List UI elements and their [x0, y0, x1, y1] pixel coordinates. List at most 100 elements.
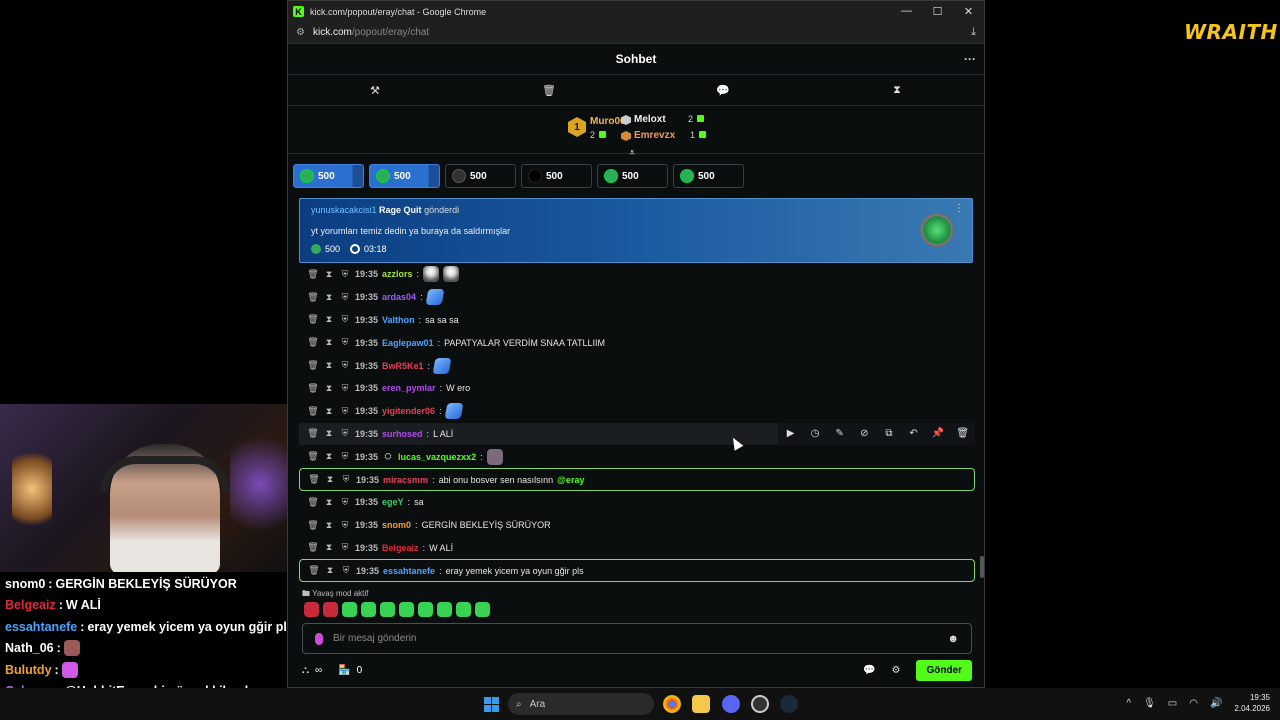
emote[interactable]	[475, 602, 490, 617]
kick-chip[interactable]: 500	[521, 164, 592, 188]
timeout-icon[interactable]: ⧗	[323, 542, 335, 553]
minimize-button[interactable]: —	[891, 5, 922, 18]
timeout-icon[interactable]: ⧗	[323, 520, 335, 531]
emote[interactable]	[399, 602, 414, 617]
game-app-icon[interactable]	[751, 695, 769, 713]
message-username[interactable]: lucas_vazquezxx2	[398, 452, 476, 462]
message-username[interactable]: Belgeaiz	[382, 543, 419, 553]
delete-message-icon[interactable]: 🗑	[307, 383, 319, 394]
ban-hammer-icon[interactable]: ⚒	[290, 84, 460, 97]
more-options-icon[interactable]: ···	[964, 52, 976, 66]
address-bar[interactable]: ⚙ kick.com/popout/eray/chat ⤓	[288, 22, 984, 44]
emoji-picker-icon[interactable]: ☻	[947, 633, 959, 645]
chat-message[interactable]: 🗑 ⧗ ⛨ 19:35 yigitender06:	[299, 400, 975, 423]
emote[interactable]	[418, 602, 433, 617]
delete-message-icon[interactable]: 🗑	[307, 451, 319, 462]
slow-mode-icon[interactable]: ⧗	[812, 84, 982, 97]
emote[interactable]	[425, 289, 444, 306]
leader-second-name[interactable]: Meloxt	[634, 114, 666, 125]
emote[interactable]	[380, 602, 395, 617]
chat-message[interactable]: 🗑 ⧗ ⛨ 19:35 ⛭ lucas_vazquezxx2:	[299, 445, 975, 468]
emote[interactable]	[456, 602, 471, 617]
timeout-icon[interactable]: ⧗	[323, 314, 335, 325]
kick-chip[interactable]: 500	[597, 164, 668, 188]
pin-icon[interactable]: 📌	[926, 428, 951, 439]
leader-first-name[interactable]: Muro00	[590, 116, 626, 127]
emote[interactable]	[443, 266, 460, 283]
kick-chip[interactable]: 500	[445, 164, 516, 188]
delete-message-icon[interactable]: 🗑	[307, 360, 319, 371]
timeout-icon[interactable]: ⧗	[323, 451, 335, 462]
emote[interactable]	[486, 448, 503, 465]
wifi-icon[interactable]: ◠	[1189, 698, 1198, 709]
delete-message-icon[interactable]: 🗑	[307, 292, 319, 303]
start-button-icon[interactable]	[484, 697, 499, 712]
scrollbar[interactable]	[980, 556, 984, 578]
history-icon[interactable]: ◷	[803, 428, 828, 439]
message-username[interactable]: miracsmm	[383, 475, 428, 485]
emote[interactable]	[361, 602, 376, 617]
play-icon[interactable]: ▶	[778, 428, 803, 439]
message-input[interactable]: Bir mesaj gönderin ☻	[302, 623, 972, 654]
delete-message-icon[interactable]: 🗑	[307, 337, 319, 348]
kick-chip[interactable]: 500	[293, 164, 364, 188]
chat-message[interactable]: 🗑 ⧗ ⛨ 19:35 essahtanefe: eray yemek yicem ya …	[299, 559, 975, 583]
gift-shop-icon[interactable]: 🏪	[338, 665, 350, 676]
download-icon[interactable]: ⤓	[971, 26, 976, 39]
message-username[interactable]: egeY	[382, 497, 404, 507]
mic-tray-icon[interactable]: 🎙	[1143, 698, 1156, 709]
emote[interactable]	[304, 602, 319, 617]
discord-app-icon[interactable]	[722, 695, 740, 713]
message-username[interactable]: surhosed	[382, 429, 423, 439]
expand-leaderboard-icon[interactable]: ⩡	[629, 147, 635, 160]
delete-message-icon[interactable]: 🗑	[307, 520, 319, 531]
timeout-icon[interactable]: ⧗	[324, 474, 336, 485]
site-info-icon[interactable]: ⚙	[296, 27, 305, 38]
copy-icon[interactable]: ⧉	[877, 428, 902, 439]
delete-message-icon[interactable]: 🗑	[307, 406, 319, 417]
clock[interactable]: 19:35 2.04.2026	[1234, 692, 1270, 714]
emote[interactable]	[323, 602, 338, 617]
message-username[interactable]: azzlors	[382, 269, 413, 279]
taskbar-search[interactable]: ⌕ Ara	[508, 693, 654, 715]
message-username[interactable]: Eaglepaw01	[382, 338, 434, 348]
chat-message[interactable]: 🗑 ⧗ ⛨ 19:35 Belgeaiz: W ALİ	[299, 537, 975, 560]
message-username[interactable]: ardas04	[382, 292, 416, 302]
chat-message[interactable]: 🗑 ⧗ ⛨ 19:35 ardas04:	[299, 286, 975, 309]
maximize-button[interactable]: ☐	[922, 5, 953, 18]
leader-third-name[interactable]: Emrevzx	[634, 130, 675, 141]
settings-gear-icon[interactable]: ⚙	[891, 665, 900, 676]
edit-icon[interactable]: ✎	[827, 428, 852, 439]
message-mention[interactable]: @eray	[557, 475, 584, 485]
chat-message[interactable]: 🗑 ⧗ ⛨ 19:35 eren_pymlar: W ero	[299, 377, 975, 400]
emote[interactable]	[432, 357, 452, 374]
message-username[interactable]: yigitender06	[382, 406, 435, 416]
message-username[interactable]: eren_pymlar	[382, 383, 436, 393]
pinned-gift-message[interactable]: yunuskacakcisi1 Rage Quit gönderdi yt yo…	[299, 198, 973, 263]
send-button[interactable]: Gönder	[916, 659, 972, 681]
chat-message[interactable]: 🗑 ⧗ ⛨ 19:35 azzlors:	[299, 263, 975, 286]
delete-message-icon[interactable]: 🗑	[308, 474, 320, 485]
timeout-icon[interactable]: ⧗	[323, 337, 335, 348]
timeout-icon[interactable]: ⧗	[323, 428, 335, 439]
timeout-icon[interactable]: ⧗	[323, 406, 335, 417]
timeout-icon[interactable]: ⧗	[323, 269, 335, 280]
message-username[interactable]: snom0	[382, 520, 411, 530]
pinned-menu-icon[interactable]: ⋮	[954, 203, 964, 214]
delete-message-icon[interactable]: 🗑	[307, 497, 319, 508]
message-username[interactable]: BwR5Ke1	[382, 361, 424, 371]
kick-points-icon[interactable]: ⛬	[302, 665, 309, 676]
timeout-icon[interactable]: ⧗	[324, 565, 336, 576]
timeout-icon[interactable]: ⧗	[323, 497, 335, 508]
display-tray-icon[interactable]: ▭	[1168, 698, 1177, 709]
chat-message[interactable]: 🗑 ⧗ ⛨ 19:35 Valthon: sa sa sa	[299, 309, 975, 332]
kick-chip[interactable]: 500	[369, 164, 440, 188]
steam-app-icon[interactable]	[780, 695, 798, 713]
block-icon[interactable]: ⊘	[852, 428, 877, 439]
timeout-icon[interactable]: ⧗	[323, 383, 335, 394]
delete-message-icon[interactable]: 🗑	[307, 542, 319, 553]
delete-message-icon[interactable]: 🗑	[307, 269, 319, 280]
volume-icon[interactable]: 🔊	[1210, 698, 1222, 709]
undo-icon[interactable]: ↶	[901, 428, 926, 439]
chat-bubble-icon[interactable]: 💬	[863, 665, 875, 676]
